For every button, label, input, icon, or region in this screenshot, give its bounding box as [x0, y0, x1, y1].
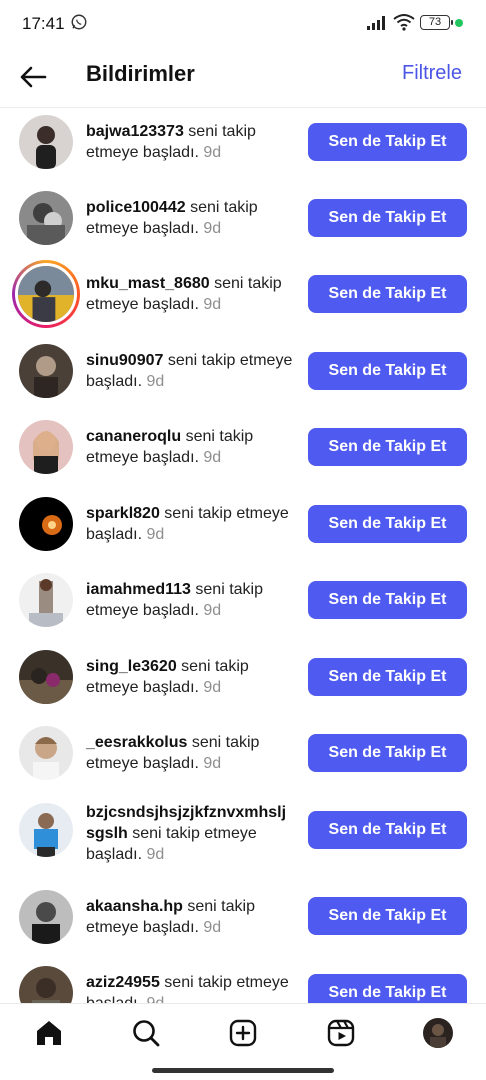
follow-back-button[interactable]: Sen de Takip Et [308, 352, 467, 390]
follow-back-button[interactable]: Sen de Takip Et [308, 275, 467, 313]
username-link[interactable]: sparkl820 [86, 505, 160, 522]
notification-row: sinu90907 seni takip etmeye başladı. 9d … [0, 337, 486, 413]
time-ago: 9d [203, 144, 222, 161]
time-ago: 9d [203, 220, 222, 237]
whatsapp-icon [71, 14, 87, 30]
follow-back-button[interactable]: Sen de Takip Et [308, 974, 467, 1003]
notification-row: akaansha.hp seni takip etmeye başladı. 9… [0, 890, 486, 966]
username-link[interactable]: sing_le3620 [86, 658, 177, 675]
notification-row: mku_mast_8680 seni takip etmeye başladı.… [0, 260, 486, 336]
username-link[interactable]: mku_mast_8680 [86, 275, 210, 292]
notification-text: police100442 seni takip etmeye başladı. … [86, 197, 298, 239]
time-ago: 9d [203, 755, 222, 772]
signal-icon [367, 16, 385, 30]
privacy-dot-icon [455, 19, 463, 27]
follow-back-button[interactable]: Sen de Takip Et [308, 811, 467, 849]
header: Bildirimler Filtrele [0, 48, 486, 108]
time-ago: 9d [203, 602, 222, 619]
follow-back-button[interactable]: Sen de Takip Et [308, 505, 467, 543]
time-ago: 9d [146, 846, 165, 863]
create-icon[interactable] [228, 1018, 258, 1048]
notification-list[interactable]: bajwa123373 seni takip etmeye başladı. 9… [0, 108, 486, 1003]
follow-back-button[interactable]: Sen de Takip Et [308, 658, 467, 696]
notification-row: bzjcsndsjhsjzjkfznvxmhslj sgslh seni tak… [0, 796, 486, 872]
page-title: Bildirimler [86, 61, 195, 86]
follow-back-button[interactable]: Sen de Takip Et [308, 581, 467, 619]
wifi-icon [393, 14, 415, 31]
follow-back-button[interactable]: Sen de Takip Et [308, 734, 467, 772]
user-avatar[interactable] [19, 115, 73, 169]
follow-back-button[interactable]: Sen de Takip Et [308, 897, 467, 935]
user-avatar[interactable] [19, 890, 73, 944]
bottom-nav [0, 1003, 486, 1063]
filter-button[interactable]: Filtrele [402, 62, 462, 85]
user-avatar-story[interactable] [12, 260, 80, 328]
username-link[interactable]: akaansha.hp [86, 898, 183, 915]
notification-text: sing_le3620 seni takip etmeye başladı. 9… [86, 656, 298, 698]
notification-text: bzjcsndsjhsjzjkfznvxmhslj sgslh seni tak… [86, 802, 298, 865]
username-link[interactable]: bajwa123373 [86, 123, 184, 140]
notification-text: mku_mast_8680 seni takip etmeye başladı.… [86, 273, 298, 315]
username-link[interactable]: sinu90907 [86, 352, 163, 369]
notification-row: bajwa123373 seni takip etmeye başladı. 9… [0, 108, 486, 184]
notification-text: iamahmed113 seni takip etmeye başladı. 9… [86, 579, 298, 621]
user-avatar[interactable] [19, 420, 73, 474]
notification-row: police100442 seni takip etmeye başladı. … [0, 184, 486, 260]
username-link[interactable]: aziz24955 [86, 974, 160, 991]
username-link[interactable]: police100442 [86, 199, 186, 216]
notification-text: bajwa123373 seni takip etmeye başladı. 9… [86, 121, 298, 163]
user-avatar[interactable] [19, 573, 73, 627]
notification-row: sing_le3620 seni takip etmeye başladı. 9… [0, 643, 486, 719]
time-ago: 9d [147, 995, 165, 1003]
notification-row: _eesrakkolus seni takip etmeye başladı. … [0, 719, 486, 795]
user-avatar[interactable] [19, 803, 73, 857]
notification-text: akaansha.hp seni takip etmeye başladı. 9… [86, 896, 298, 938]
time-ago: 9d [203, 449, 222, 466]
time-ago: 9d [203, 919, 222, 936]
gesture-bar [152, 1068, 334, 1073]
notification-row: cananeroqlu seni takip etmeye başladı. 9… [0, 413, 486, 489]
notification-text: _eesrakkolus seni takip etmeye başladı. … [86, 732, 298, 774]
status-bar: 17:41 73 [0, 0, 486, 48]
user-avatar[interactable] [19, 191, 73, 245]
notification-row: sparkl820 seni takip etmeye başladı. 9d … [0, 490, 486, 566]
time-ago: 9d [146, 373, 165, 390]
user-avatar[interactable] [19, 497, 73, 551]
notification-text: cananeroqlu seni takip etmeye başladı. 9… [86, 426, 298, 468]
follow-back-button[interactable]: Sen de Takip Et [308, 199, 467, 237]
user-avatar[interactable] [19, 650, 73, 704]
time-ago: 9d [203, 296, 222, 313]
follow-back-button[interactable]: Sen de Takip Et [308, 123, 467, 161]
username-link[interactable]: _eesrakkolus [86, 734, 187, 751]
status-time: 17:41 [22, 14, 65, 33]
notification-text: sinu90907 seni takip etmeye başladı. 9d [86, 350, 298, 392]
time-ago: 9d [203, 679, 222, 696]
user-avatar[interactable] [19, 344, 73, 398]
back-arrow-icon[interactable] [18, 62, 48, 92]
user-avatar[interactable] [19, 966, 73, 1003]
battery-indicator: 73 [420, 15, 453, 30]
time-ago: 9d [146, 526, 165, 543]
home-icon[interactable] [34, 1018, 64, 1048]
username-link[interactable]: cananeroqlu [86, 428, 181, 445]
user-avatar[interactable] [19, 726, 73, 780]
notification-text: sparkl820 seni takip etmeye başladı. 9d [86, 503, 298, 545]
search-icon[interactable] [131, 1018, 161, 1048]
reels-icon[interactable] [326, 1018, 356, 1048]
profile-avatar[interactable] [423, 1018, 453, 1048]
notification-text: aziz24955 seni takip etmeye başladı. 9d [86, 972, 298, 1003]
username-link[interactable]: iamahmed113 [86, 581, 191, 598]
follow-back-button[interactable]: Sen de Takip Et [308, 428, 467, 466]
notification-row: aziz24955 seni takip etmeye başladı. 9d … [0, 966, 486, 1003]
notification-row: iamahmed113 seni takip etmeye başladı. 9… [0, 566, 486, 642]
